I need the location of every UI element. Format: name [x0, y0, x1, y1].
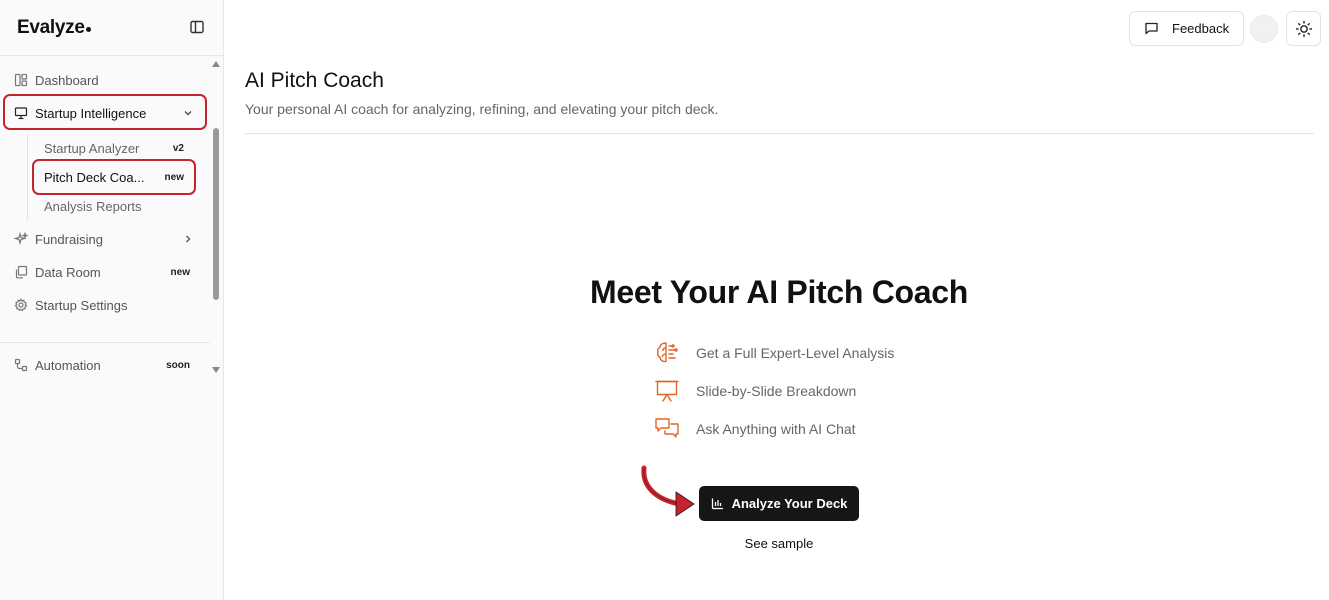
- analyze-deck-button[interactable]: Analyze Your Deck: [699, 486, 859, 521]
- chevron-right-icon: [182, 233, 194, 245]
- sidebar-item-data-room[interactable]: Data Room new: [8, 257, 204, 287]
- sidebar-item-automation[interactable]: Automation soon: [8, 350, 204, 380]
- sidebar-item-label: Startup Intelligence: [35, 105, 147, 121]
- chat-bubbles-icon: [652, 414, 682, 444]
- sidebar-item-startup-settings[interactable]: Startup Settings: [8, 290, 204, 320]
- submenu-guide-line: [27, 134, 28, 220]
- files-icon: [14, 265, 28, 279]
- sidebar-item-label: Fundraising: [35, 231, 103, 247]
- chevron-down-icon: [182, 107, 194, 119]
- version-badge: v2: [172, 142, 184, 154]
- feedback-label: Feedback: [1172, 21, 1230, 36]
- feature-label: Get a Full Expert-Level Analysis: [696, 345, 895, 361]
- sparkles-icon: [14, 232, 28, 246]
- sidebar-item-startup-intelligence[interactable]: Startup Intelligence: [8, 98, 204, 128]
- sidebar-item-fundraising[interactable]: Fundraising: [8, 224, 204, 254]
- theme-toggle-button[interactable]: [1286, 11, 1321, 46]
- red-arrow-annotation: [641, 465, 695, 517]
- feature-item: Ask Anything with AI Chat: [652, 414, 856, 444]
- sidebar-subitem-analysis-reports[interactable]: Analysis Reports: [44, 194, 184, 218]
- workflow-icon: [14, 358, 28, 372]
- sidebar-subitem-pitch-deck-coach[interactable]: Pitch Deck Coa... new: [44, 165, 184, 189]
- scroll-down-arrow-icon[interactable]: [212, 367, 220, 373]
- sidebar-item-label: Dashboard: [35, 72, 99, 88]
- page-subtitle: Your personal AI coach for analyzing, re…: [245, 101, 719, 117]
- avatar[interactable]: [1250, 15, 1278, 43]
- presentation-icon: [14, 106, 28, 120]
- sun-icon: [1295, 20, 1313, 38]
- sidebar-divider: [0, 342, 210, 343]
- sidebar-toggle-icon[interactable]: [189, 19, 205, 35]
- new-badge: new: [164, 171, 184, 183]
- sidebar-item-label: Startup Settings: [35, 297, 128, 313]
- feature-label: Slide-by-Slide Breakdown: [696, 383, 857, 399]
- sidebar-item-dashboard[interactable]: Dashboard: [8, 65, 204, 95]
- presentation-board-icon: [652, 376, 682, 406]
- soon-badge: soon: [166, 359, 190, 371]
- hero-title: Meet Your AI Pitch Coach: [589, 274, 969, 310]
- brand-logo[interactable]: Evalyze: [17, 17, 91, 39]
- sidebar-item-label: Data Room: [35, 264, 101, 280]
- header-divider: [245, 133, 1314, 134]
- scroll-up-arrow-icon[interactable]: [212, 61, 220, 67]
- message-square-icon: [1144, 21, 1159, 36]
- brain-icon: [652, 338, 682, 368]
- sidebar-subitem-label: Analysis Reports: [44, 198, 142, 214]
- feature-label: Ask Anything with AI Chat: [696, 421, 856, 437]
- sidebar-scrollbar[interactable]: [213, 128, 219, 300]
- new-badge: new: [170, 266, 190, 278]
- feature-item: Get a Full Expert-Level Analysis: [652, 338, 894, 368]
- bar-chart-icon: [711, 497, 724, 510]
- feature-item: Slide-by-Slide Breakdown: [652, 376, 856, 406]
- dashboard-icon: [14, 73, 28, 87]
- sidebar: Evalyze Dashboard Startup Intelligence S…: [0, 0, 224, 600]
- sidebar-subitem-startup-analyzer[interactable]: Startup Analyzer v2: [44, 136, 184, 160]
- feedback-button[interactable]: Feedback: [1129, 11, 1244, 46]
- sidebar-header: Evalyze: [0, 0, 223, 56]
- page-title: AI Pitch Coach: [245, 69, 384, 92]
- gear-icon: [14, 298, 28, 312]
- sidebar-item-label: Automation: [35, 357, 101, 373]
- sidebar-subitem-label: Pitch Deck Coa...: [44, 169, 145, 185]
- see-sample-link[interactable]: See sample: [709, 536, 849, 551]
- cta-label: Analyze Your Deck: [731, 496, 848, 511]
- sidebar-subitem-label: Startup Analyzer: [44, 140, 140, 156]
